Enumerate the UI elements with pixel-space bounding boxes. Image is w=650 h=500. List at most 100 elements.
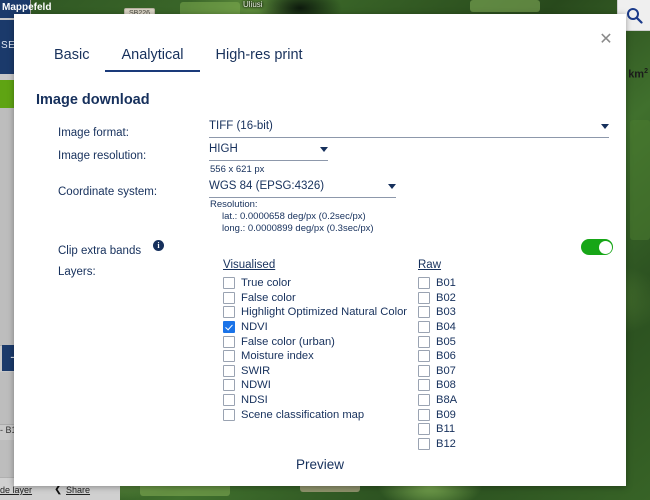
- chevron-down-icon: [388, 184, 396, 189]
- checkbox-icon[interactable]: [418, 423, 430, 436]
- raw-band-item[interactable]: B06: [418, 349, 457, 364]
- chevron-down-icon: [320, 147, 328, 152]
- image-download-dialog: ✕ Basic Analytical High-res print Image …: [14, 14, 626, 486]
- image-resolution-pixels: 556 x 621 px: [210, 164, 265, 175]
- visualised-layer-item[interactable]: Highlight Optimized Natural Color: [223, 305, 407, 320]
- visualised-layer-label: False color (urban): [241, 335, 335, 348]
- page-title: Image download: [36, 92, 150, 108]
- image-resolution-select[interactable]: HIGH: [209, 143, 328, 161]
- layers-label: Layers:: [58, 266, 96, 278]
- dialog-tabs: Basic Analytical High-res print: [38, 47, 319, 72]
- visualised-layer-item[interactable]: NDWI: [223, 378, 407, 393]
- raw-band-list: B01 B02 B03 B04 B05 B06 B07 B08 B8A B09 B11 B12: [418, 276, 457, 451]
- visualised-layer-label: Scene classification map: [241, 408, 365, 421]
- raw-band-item[interactable]: B07: [418, 364, 457, 379]
- image-format-label: Image format:: [58, 127, 129, 139]
- raw-band-item[interactable]: B02: [418, 291, 457, 306]
- checkbox-icon[interactable]: [223, 277, 235, 290]
- raw-band-label: B01: [436, 277, 456, 290]
- tab-analytical[interactable]: Analytical: [105, 47, 200, 72]
- checkbox-icon[interactable]: [223, 350, 235, 363]
- raw-band-label: B05: [436, 335, 456, 348]
- visualised-layer-label: False color: [241, 291, 296, 304]
- visualised-layer-item[interactable]: Moisture index: [223, 349, 407, 364]
- checkbox-icon[interactable]: [223, 394, 235, 407]
- coordinate-system-value: WGS 84 (EPSG:4326): [209, 180, 325, 192]
- visualised-layer-label: Highlight Optimized Natural Color: [241, 306, 408, 319]
- hide-layer-link[interactable]: de layer: [0, 485, 32, 495]
- image-format-select[interactable]: TIFF (16-bit): [209, 120, 609, 138]
- checkbox-icon[interactable]: [418, 306, 430, 319]
- search-icon: [626, 7, 643, 24]
- checkbox-icon[interactable]: [418, 379, 430, 392]
- checkbox-checked-icon[interactable]: [223, 321, 235, 334]
- raw-band-item[interactable]: B05: [418, 334, 457, 349]
- checkbox-icon[interactable]: [223, 291, 235, 304]
- toggle-knob: [598, 240, 612, 254]
- visualised-layer-item[interactable]: False color (urban): [223, 334, 407, 349]
- map-scale-label: km2: [628, 68, 648, 81]
- tab-high-res-print[interactable]: High-res print: [200, 47, 319, 72]
- raw-band-item[interactable]: B11: [418, 422, 457, 437]
- raw-band-label: B12: [436, 437, 456, 450]
- checkbox-icon[interactable]: [223, 335, 235, 348]
- raw-band-item[interactable]: B01: [418, 276, 457, 291]
- raw-column-heading: Raw: [418, 259, 442, 271]
- tab-basic[interactable]: Basic: [38, 47, 105, 72]
- visualised-layer-item[interactable]: True color: [223, 276, 407, 291]
- raw-band-label: B08: [436, 379, 456, 392]
- map-field-patch: [630, 120, 650, 240]
- checkbox-icon[interactable]: [418, 291, 430, 304]
- visualised-layer-item[interactable]: NDSI: [223, 393, 407, 408]
- raw-band-item[interactable]: B08: [418, 378, 457, 393]
- raw-band-label: B03: [436, 306, 456, 319]
- visualised-layer-item[interactable]: Scene classification map: [223, 407, 407, 422]
- coordinate-system-select[interactable]: WGS 84 (EPSG:4326): [209, 180, 396, 198]
- visualised-layer-item[interactable]: NDVI: [223, 320, 407, 335]
- info-icon[interactable]: i: [153, 240, 164, 251]
- clip-extra-bands-toggle[interactable]: [581, 239, 613, 255]
- checkbox-icon[interactable]: [418, 321, 430, 334]
- checkbox-icon[interactable]: [418, 437, 430, 450]
- sidebar-app-title: Mappefeld: [2, 2, 52, 13]
- visualised-layer-item[interactable]: False color: [223, 291, 407, 306]
- visualised-layer-label: Moisture index: [241, 350, 314, 363]
- visualised-layer-label: NDWI: [241, 379, 271, 392]
- visualised-layer-list: True color False color Highlight Optimized…: [223, 276, 407, 422]
- resolution-helper-long: long.: 0.0000899 deg/px (0.3sec/px): [222, 223, 374, 234]
- map-field-patch: [470, 0, 540, 12]
- checkbox-icon[interactable]: [418, 394, 430, 407]
- app-root: SB226 Uliusi km2 Mappefeld SE ⋮ + - B1 d…: [0, 0, 650, 500]
- image-resolution-label: Image resolution:: [58, 150, 147, 162]
- share-link[interactable]: Share: [66, 485, 90, 495]
- raw-band-item[interactable]: B8A: [418, 393, 457, 408]
- checkbox-icon[interactable]: [418, 335, 430, 348]
- checkbox-icon[interactable]: [223, 364, 235, 377]
- checkbox-icon[interactable]: [418, 408, 430, 421]
- raw-band-label: B09: [436, 408, 456, 421]
- raw-band-item[interactable]: B04: [418, 320, 457, 335]
- visualised-layer-label: True color: [241, 277, 291, 290]
- checkbox-icon[interactable]: [418, 277, 430, 290]
- close-icon[interactable]: ✕: [594, 28, 618, 52]
- raw-band-label: B02: [436, 291, 456, 304]
- visualised-layer-label: NDVI: [241, 321, 268, 334]
- visualised-layer-item[interactable]: SWIR: [223, 364, 407, 379]
- checkbox-icon[interactable]: [223, 379, 235, 392]
- raw-band-item[interactable]: B09: [418, 407, 457, 422]
- raw-band-item[interactable]: B03: [418, 305, 457, 320]
- checkbox-icon[interactable]: [223, 306, 235, 319]
- image-resolution-value: HIGH: [209, 143, 238, 155]
- visualised-column-heading: Visualised: [223, 259, 276, 271]
- checkbox-icon[interactable]: [418, 364, 430, 377]
- checkbox-icon[interactable]: [223, 408, 235, 421]
- raw-band-item[interactable]: B12: [418, 437, 457, 452]
- image-format-value: TIFF (16-bit): [209, 120, 273, 132]
- checkbox-icon[interactable]: [418, 350, 430, 363]
- raw-band-label: B04: [436, 321, 456, 334]
- visualised-layer-label: NDSI: [241, 394, 268, 407]
- coordinate-system-label: Coordinate system:: [58, 186, 158, 198]
- map-label: Uliusi: [243, 0, 263, 9]
- preview-button[interactable]: Preview: [14, 457, 626, 472]
- clip-extra-bands-label: Clip extra bands: [58, 245, 142, 257]
